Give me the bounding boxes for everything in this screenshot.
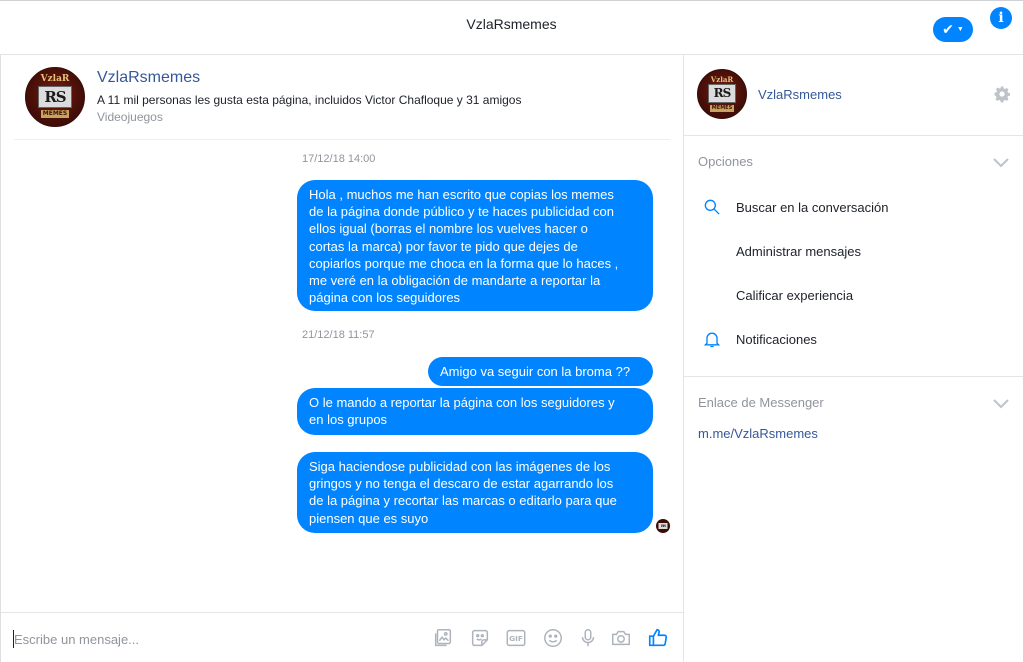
- composer-divider: [1, 612, 683, 613]
- panel-divider: [684, 376, 1023, 377]
- camera-icon[interactable]: [608, 625, 634, 651]
- messenger-link-section-label[interactable]: Enlace de Messenger: [698, 395, 824, 410]
- message-input[interactable]: Escribe un mensaje...: [14, 632, 139, 647]
- timestamp: 21/12/18 11:57: [302, 329, 375, 341]
- page-category: Videojuegos: [97, 110, 163, 124]
- avatar-bottom-text: MEMES: [41, 110, 69, 118]
- search-icon: [702, 197, 722, 217]
- avatar-top-text: VzlaR: [40, 74, 70, 84]
- messenger-link[interactable]: m.me/VzlaRsmemes: [698, 426, 818, 441]
- svg-text:GIF: GIF: [509, 634, 523, 643]
- message-line: cortas la marca) por favor te pido que d…: [309, 238, 578, 254]
- conversation-title: VzlaRsmemes: [466, 16, 557, 32]
- avatar-top-text: VzlaR: [710, 75, 734, 84]
- caret-down-icon: ▼: [956, 26, 964, 33]
- panel-page-name[interactable]: VzlaRsmemes: [758, 87, 842, 102]
- message-line: O le mando a reportar la página con los …: [309, 395, 615, 410]
- panel-divider: [683, 55, 684, 662]
- message-line: de la página y recortar las marcas o edi…: [309, 493, 617, 509]
- bell-icon: [702, 329, 722, 349]
- chevron-down-icon[interactable]: [993, 396, 1009, 409]
- timestamp: 17/12/18 14:00: [302, 153, 376, 165]
- emoji-icon[interactable]: [540, 625, 566, 651]
- chevron-down-icon[interactable]: [993, 155, 1009, 168]
- avatar-mid-text: RS: [38, 86, 72, 108]
- message-line: Siga haciendose publicidad con las imáge…: [309, 459, 611, 474]
- message-line: Hola , muchos me han escrito que copias …: [309, 187, 614, 202]
- gif-icon[interactable]: GIF: [503, 625, 529, 651]
- check-icon: ✔: [942, 21, 954, 37]
- message-line: de la página donde público y te haces pu…: [309, 204, 615, 220]
- like-icon[interactable]: [645, 625, 671, 651]
- seen-indicator-avatar: RS: [656, 519, 670, 533]
- page-avatar-panel[interactable]: VzlaR RS MEMES: [697, 69, 747, 119]
- message-bubble[interactable]: Hola , muchos me han escrito que copias …: [297, 180, 653, 311]
- mark-done-button[interactable]: ✔ ▼: [933, 17, 973, 42]
- left-border: [0, 55, 1, 662]
- top-bar: VzlaRsmemes ✔ ▼ i: [0, 0, 1023, 55]
- message-line: en los grupos: [309, 412, 388, 428]
- info-icon[interactable]: i: [990, 7, 1012, 29]
- page-avatar[interactable]: VzlaR RS MEMES: [25, 67, 85, 127]
- message-line: ellos igual (borras el nombre los vuelve…: [309, 221, 588, 237]
- option-manage-messages[interactable]: Administrar mensajes: [736, 244, 861, 259]
- message-line: me veré en la obligación de mandarte a r…: [309, 273, 601, 289]
- message-bubble[interactable]: Amigo va seguir con la broma ??: [428, 357, 653, 386]
- message-bubble[interactable]: O le mando a reportar la página con los …: [297, 388, 653, 435]
- panel-divider: [684, 135, 1023, 136]
- page-likes: A 11 mil personas les gusta esta página,…: [97, 93, 522, 107]
- message-line: copiarlos porque me choca en la forma qu…: [309, 255, 619, 271]
- message-line: gringos y no tenga el descaro de estar a…: [309, 476, 614, 492]
- message-bubble[interactable]: Siga haciendose publicidad con las imáge…: [297, 452, 653, 533]
- option-search-conversation[interactable]: Buscar en la conversación: [736, 200, 888, 215]
- option-notifications[interactable]: Notificaciones: [736, 332, 817, 347]
- photo-icon[interactable]: [430, 625, 456, 651]
- header-divider: [14, 139, 670, 140]
- gear-icon[interactable]: [993, 85, 1011, 103]
- message-line: página con los seguidores: [309, 290, 461, 306]
- page-name[interactable]: VzlaRsmemes: [97, 69, 200, 87]
- avatar-mid-text: RS: [658, 523, 668, 529]
- avatar-mid-text: RS: [708, 84, 736, 103]
- message-line: piensen que es suyo: [309, 510, 429, 526]
- microphone-icon[interactable]: [575, 625, 601, 651]
- avatar-bottom-text: MEMES: [710, 105, 734, 112]
- options-section-label[interactable]: Opciones: [698, 154, 753, 169]
- option-rate-experience[interactable]: Calificar experiencia: [736, 288, 853, 303]
- sticker-icon[interactable]: [467, 625, 493, 651]
- message-line: Amigo va seguir con la broma ??: [440, 364, 631, 379]
